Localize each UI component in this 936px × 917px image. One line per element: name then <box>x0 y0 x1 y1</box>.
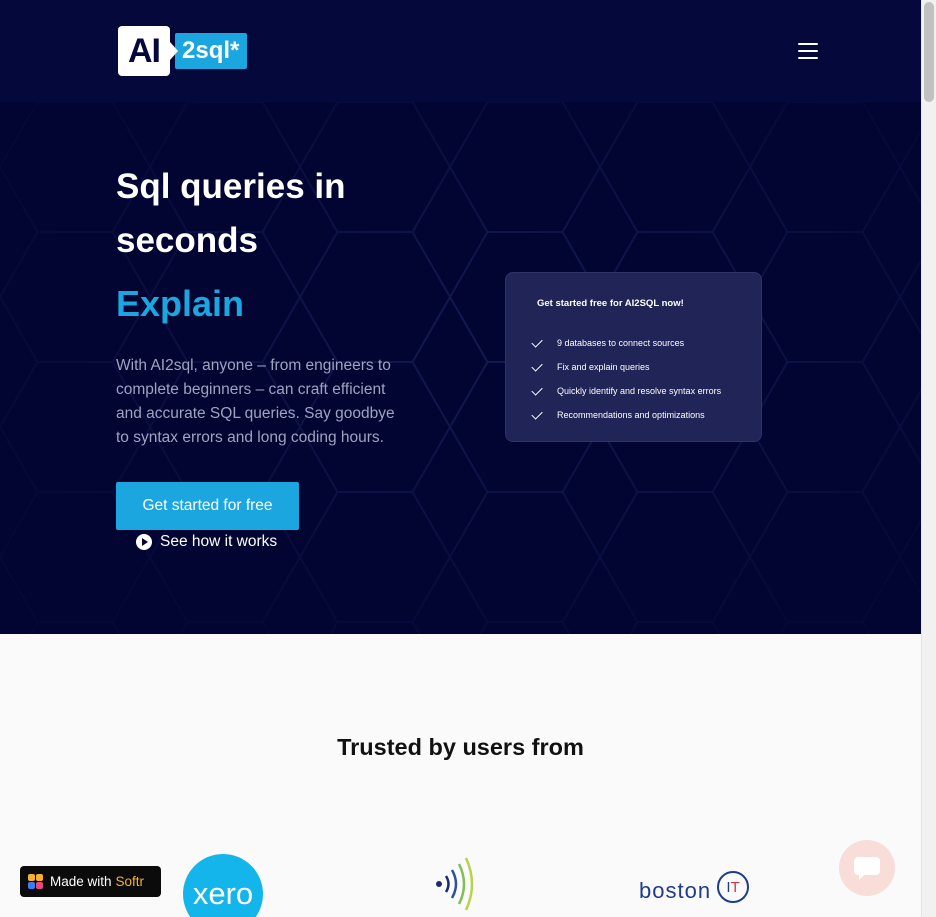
feature-item: Quickly identify and resolve syntax erro… <box>531 379 722 403</box>
check-icon <box>531 359 543 372</box>
get-started-button[interactable]: Get started for free <box>116 482 299 530</box>
page-scrollbar[interactable] <box>921 0 936 917</box>
soundwave-logo <box>436 857 474 911</box>
logo-sql-mark: 2sql* <box>175 33 248 69</box>
check-icon <box>531 407 543 420</box>
feature-item-label: 9 databases to connect sources <box>557 338 685 348</box>
features-card: Get started free for AI2SQL now! 9 datab… <box>505 272 762 442</box>
boston-logo-text: boston <box>639 878 712 903</box>
chat-icon <box>854 857 880 880</box>
feature-item: Fix and explain queries <box>531 355 721 379</box>
softr-brand: Softr <box>115 874 145 889</box>
chat-button[interactable] <box>839 840 895 896</box>
feature-item: 9 databases to connect sources <box>531 331 721 355</box>
features-card-title: Get started free for AI2SQL now! <box>537 298 684 309</box>
play-icon <box>136 534 152 550</box>
feature-item-label: Recommendations and optimizations <box>557 410 705 420</box>
logo-arrow <box>170 42 178 60</box>
feature-item-label: Quickly identify and resolve syntax erro… <box>557 386 722 396</box>
see-how-it-works-link[interactable]: See how it works <box>136 532 277 552</box>
boston-it-logo: boston IT <box>639 871 750 904</box>
top-navigation: AI 2sql* <box>0 0 921 102</box>
check-icon <box>531 383 543 396</box>
scrollbar-thumb[interactable] <box>924 2 934 102</box>
check-icon <box>531 335 543 348</box>
softr-prefix: Made with <box>50 874 112 889</box>
features-list: 9 databases to connect sources Fix and e… <box>531 331 722 427</box>
logo-ai-mark: AI <box>118 26 170 76</box>
hero-accent-word: Explain <box>116 283 245 324</box>
see-how-it-works-label: See how it works <box>160 533 278 550</box>
xero-logo: xero <box>183 854 263 917</box>
xero-logo-text: xero <box>192 876 254 911</box>
hero-title: Sql queries in seconds <box>116 167 346 260</box>
feature-item-label: Fix and explain queries <box>557 362 650 372</box>
boston-it-letter-t: T <box>730 878 740 896</box>
softr-icon <box>28 873 44 890</box>
made-with-softr-badge[interactable]: Made with Softr <box>20 866 161 897</box>
trusted-by-title: Trusted by users from <box>337 734 584 760</box>
ai2sql-logo[interactable]: AI 2sql* <box>118 26 248 76</box>
feature-item: Recommendations and optimizations <box>531 403 721 427</box>
hamburger-icon[interactable] <box>798 43 820 61</box>
boston-it-mark: IT <box>717 871 750 903</box>
hero-description: With AI2sql, anyone – from engineers to … <box>116 357 395 446</box>
